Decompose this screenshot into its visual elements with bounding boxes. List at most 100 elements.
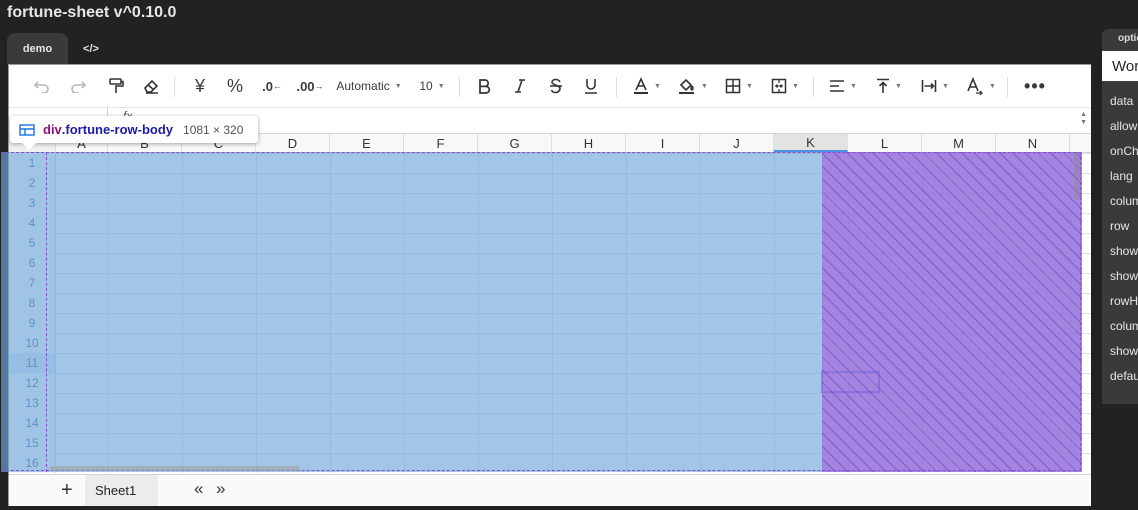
merge-cells-icon [771,78,787,94]
horizontal-align-button[interactable]: ▼ [827,74,859,98]
sheet-tab[interactable]: Sheet1 [85,475,158,506]
column-header-e[interactable]: E [330,134,404,152]
percent-button[interactable]: % [224,74,246,98]
align-left-icon [830,80,845,92]
undo-button[interactable] [31,74,53,98]
column-header-l[interactable]: L [848,134,922,152]
caret-down-icon: ▼ [654,82,661,90]
option-item-allowedit[interactable]: allowEdit [1110,119,1138,133]
border-button[interactable]: ▼ [723,74,755,98]
app-title: fortune-sheet v^0.10.0 [7,4,177,21]
bold-button[interactable] [473,74,495,98]
inspector-guide-line [46,152,47,472]
toolbar-divider [459,77,460,97]
add-sheet-button[interactable]: + [61,479,73,502]
tab-demo[interactable]: demo [7,33,68,64]
caret-up-icon: ▲ [1080,111,1087,118]
option-item-data[interactable]: data [1110,94,1133,108]
option-item-lang[interactable]: lang [1110,169,1133,183]
options-tab[interactable]: options [1118,33,1138,44]
option-item-columnheaderheight[interactable]: columnHeaderHeight [1110,319,1138,333]
bold-icon [479,79,491,94]
italic-icon [515,79,525,93]
column-header-i[interactable]: I [626,134,700,152]
tooltip-size: 1081 × 320 [183,122,244,137]
option-item-defaultfontsize[interactable]: defaultFontSize [1110,369,1138,383]
column-header-n[interactable]: N [996,134,1070,152]
redo-button[interactable] [67,74,89,98]
caret-down-icon: ▼ [989,82,996,90]
increase-decimal-button[interactable]: .00 → [296,74,324,98]
underline-button[interactable] [580,74,602,98]
column-header-f[interactable]: F [404,134,478,152]
underline-icon [585,79,597,94]
tooltip-class: .fortune-row-body [61,122,174,137]
arrow-left-icon: ← [272,81,282,91]
options-heading: Workbook [1102,51,1138,81]
inspector-outline [1,152,1081,471]
redo-icon [71,81,87,93]
column-header-j[interactable]: J [700,134,774,152]
text-color-button[interactable]: ▼ [631,74,663,98]
currency-button[interactable]: ¥ [189,74,211,98]
formula-bar-resize[interactable]: ▲ ▼ [1080,111,1087,127]
more-options-button[interactable]: ••• [1022,74,1048,98]
format-painter-button[interactable] [105,74,127,98]
horizontal-scrollbar[interactable] [50,466,300,471]
option-item-rowheaderwidth[interactable]: rowHeaderWidth [1110,294,1138,308]
strikethrough-icon [550,78,562,94]
tab-code[interactable]: </> [74,33,108,64]
option-item-showsheettabs[interactable]: showSheetTabs [1110,344,1138,358]
increase-decimal-label: .00 [296,78,315,94]
toolbar-gap [409,77,410,97]
border-grid-icon [725,78,741,94]
column-header-m[interactable]: M [922,134,996,152]
number-format-select[interactable]: Automatic ▼ [335,74,403,98]
column-header-k[interactable]: K [774,134,848,152]
text-color-icon [634,77,649,94]
text-rotation-button[interactable]: ▼ [965,74,997,98]
column-header-g[interactable]: G [478,134,552,152]
layout-grid-icon [19,123,35,136]
vertical-scrollbar[interactable] [1074,152,1080,200]
caret-down-icon: ▼ [746,82,753,90]
undo-icon [33,81,49,93]
paint-brush-icon [109,78,124,93]
column-header-d[interactable]: D [256,134,330,152]
paint-bucket-icon [679,78,695,94]
caret-down-icon: ▼ [437,82,445,90]
option-item-row[interactable]: row [1110,219,1129,233]
merge-cells-button[interactable]: ▼ [769,74,801,98]
toolbar: ¥ % .0 ← .00 → Automatic ▼ 10 ▼ ▼ ▼ ▼ ▼ … [9,65,1091,108]
option-item-column[interactable]: column [1110,194,1138,208]
inspector-tooltip: div .fortune-row-body 1081 × 320 [10,116,258,150]
number-format-value: Automatic [336,79,390,93]
font-size-select[interactable]: 10 ▼ [417,74,447,98]
decrease-decimal-button[interactable]: .0 ← [259,74,285,98]
toolbar-divider [174,77,175,97]
text-wrap-button[interactable]: ▼ [919,74,951,98]
italic-button[interactable] [509,74,531,98]
option-item-showtoolbar[interactable]: showToolbar [1110,244,1138,258]
yen-icon: ¥ [194,75,205,96]
toolbar-divider [1007,77,1008,97]
fill-color-button[interactable]: ▼ [677,74,709,98]
clear-format-button[interactable] [140,74,162,98]
vertical-align-button[interactable]: ▼ [873,74,905,98]
percent-icon: % [226,75,243,96]
app-header: fortune-sheet v^0.10.0 [0,0,1138,30]
toolbar-divider [813,77,814,97]
column-header-h[interactable]: H [552,134,626,152]
caret-down-icon: ▼ [895,82,902,90]
option-item-showformulabar[interactable]: showFormulaBar [1110,269,1138,283]
scroll-sheets-right-button[interactable]: » [216,479,225,499]
strikethrough-button[interactable] [545,74,567,98]
caret-down-icon: ▼ [701,82,708,90]
scroll-sheets-left-button[interactable]: « [194,479,203,499]
decrease-decimal-label: .0 [262,78,273,94]
tooltip-tag: div [43,122,62,137]
sheet-tab-bar: + Sheet1 « » [9,474,1091,506]
more-horizontal-icon: ••• [1024,75,1046,96]
option-item-onchange[interactable]: onChange [1110,144,1138,158]
toolbar-divider [616,77,617,97]
